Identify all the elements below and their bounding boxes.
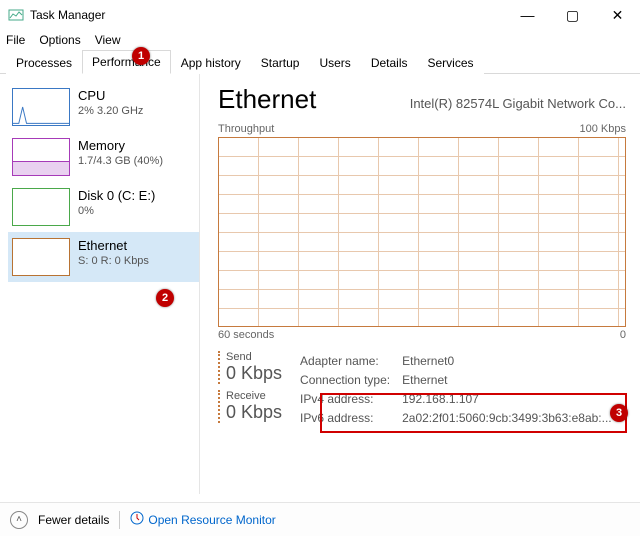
- memory-mini-chart: [12, 138, 70, 176]
- sidebar-ethernet-sub: S: 0 R: 0 Kbps: [78, 255, 149, 267]
- tab-services[interactable]: Services: [418, 51, 484, 74]
- sidebar-cpu-text: CPU 2% 3.20 GHz: [78, 88, 143, 117]
- sidebar-memory-title: Memory: [78, 138, 163, 153]
- tab-details[interactable]: Details: [361, 51, 418, 74]
- open-resource-monitor-label: Open Resource Monitor: [148, 513, 275, 527]
- menu-view[interactable]: View: [95, 33, 121, 47]
- sidebar-disk-title: Disk 0 (C: E:): [78, 188, 155, 203]
- annotation-3: 3: [610, 404, 628, 422]
- cpu-mini-chart: [12, 88, 70, 126]
- connection-type-value: Ethernet: [402, 372, 622, 389]
- detail-header: Ethernet Intel(R) 82574L Gigabit Network…: [218, 84, 626, 115]
- send-label: Send: [226, 351, 282, 363]
- adapter-name-label: Adapter name:: [300, 353, 400, 370]
- adapter-model: Intel(R) 82574L Gigabit Network Co...: [410, 96, 626, 111]
- titlebar: Task Manager — ▢ ✕: [0, 0, 640, 30]
- footer-divider: [119, 511, 120, 529]
- open-resource-monitor-link[interactable]: Open Resource Monitor: [130, 511, 275, 528]
- annotation-1: 1: [132, 47, 150, 65]
- tab-app-history[interactable]: App history: [171, 51, 251, 74]
- chart-x-right: 0: [620, 329, 626, 341]
- menubar: File Options View: [0, 30, 640, 50]
- task-manager-icon: [8, 7, 24, 23]
- chevron-up-icon[interactable]: ˄: [10, 511, 28, 529]
- tab-bar: Processes Performance App history Startu…: [0, 50, 640, 74]
- window-title: Task Manager: [30, 8, 105, 22]
- annotation-2: 2: [156, 289, 174, 307]
- footer-bar: ˄ Fewer details Open Resource Monitor: [0, 502, 640, 536]
- close-button[interactable]: ✕: [595, 0, 640, 30]
- throughput-label: Throughput: [218, 123, 274, 135]
- detail-title: Ethernet: [218, 84, 316, 115]
- send-receive-metrics: Send 0 Kbps Receive 0 Kbps: [218, 351, 282, 429]
- menu-file[interactable]: File: [6, 33, 25, 47]
- throughput-max: 100 Kbps: [580, 123, 626, 135]
- disk-mini-chart: [12, 188, 70, 226]
- receive-label: Receive: [226, 390, 282, 402]
- adapter-name-value: Ethernet0: [402, 353, 622, 370]
- chart-top-labels: Throughput 100 Kbps: [218, 123, 626, 135]
- sidebar-item-memory[interactable]: Memory 1.7/4.3 GB (40%): [8, 132, 199, 182]
- connection-type-label: Connection type:: [300, 372, 400, 389]
- sidebar-disk-text: Disk 0 (C: E:) 0%: [78, 188, 155, 217]
- ethernet-mini-chart: [12, 238, 70, 276]
- send-value: 0 Kbps: [226, 363, 282, 384]
- table-row: Adapter name: Ethernet0: [300, 353, 622, 370]
- sidebar-disk-sub: 0%: [78, 205, 155, 217]
- sidebar-memory-text: Memory 1.7/4.3 GB (40%): [78, 138, 163, 167]
- performance-sidebar: CPU 2% 3.20 GHz Memory 1.7/4.3 GB (40%) …: [0, 74, 200, 494]
- sidebar-item-disk[interactable]: Disk 0 (C: E:) 0%: [8, 182, 199, 232]
- sidebar-ethernet-title: Ethernet: [78, 238, 149, 253]
- chart-bottom-labels: 60 seconds 0: [218, 329, 626, 341]
- tab-performance[interactable]: Performance: [82, 50, 171, 74]
- send-metric: Send 0 Kbps: [218, 351, 282, 384]
- menu-options[interactable]: Options: [39, 33, 80, 47]
- receive-metric: Receive 0 Kbps: [218, 390, 282, 423]
- sidebar-ethernet-text: Ethernet S: 0 R: 0 Kbps: [78, 238, 149, 267]
- minimize-button[interactable]: —: [505, 0, 550, 30]
- maximize-button[interactable]: ▢: [550, 0, 595, 30]
- sidebar-memory-sub: 1.7/4.3 GB (40%): [78, 155, 163, 167]
- table-row: Connection type: Ethernet: [300, 372, 622, 389]
- throughput-chart: [218, 137, 626, 327]
- sidebar-cpu-sub: 2% 3.20 GHz: [78, 105, 143, 117]
- sidebar-item-cpu[interactable]: CPU 2% 3.20 GHz: [8, 82, 199, 132]
- sidebar-item-ethernet[interactable]: Ethernet S: 0 R: 0 Kbps: [8, 232, 199, 282]
- receive-value: 0 Kbps: [226, 402, 282, 423]
- tab-startup[interactable]: Startup: [251, 51, 310, 74]
- resource-monitor-icon: [130, 511, 144, 528]
- sidebar-cpu-title: CPU: [78, 88, 143, 103]
- window-controls: — ▢ ✕: [505, 0, 640, 30]
- chart-x-left: 60 seconds: [218, 329, 274, 341]
- tab-users[interactable]: Users: [309, 51, 360, 74]
- annotation-box-3: [320, 393, 627, 433]
- tab-processes[interactable]: Processes: [6, 51, 82, 74]
- fewer-details-button[interactable]: Fewer details: [38, 513, 109, 527]
